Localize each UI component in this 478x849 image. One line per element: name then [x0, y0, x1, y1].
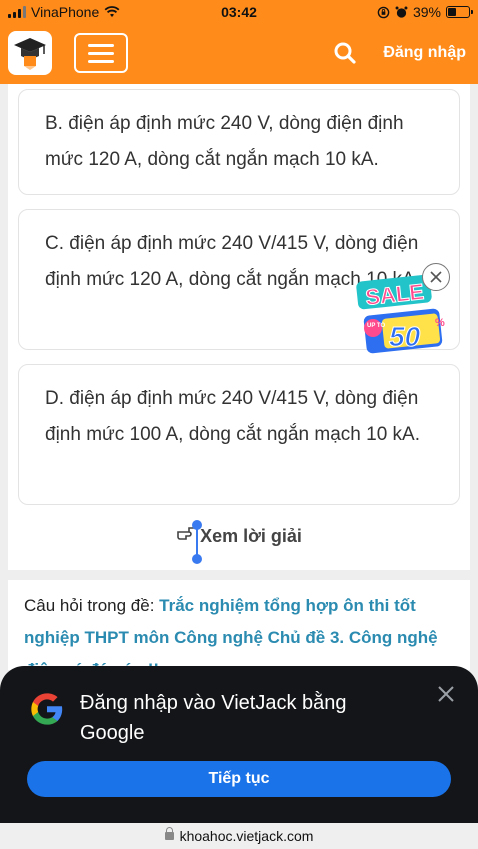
- google-logo-icon: [31, 693, 63, 725]
- site-header: Đăng nhập: [0, 24, 478, 84]
- close-icon[interactable]: [436, 684, 456, 704]
- question-source-prefix: Câu hỏi trong đề:: [24, 596, 160, 615]
- url-bar[interactable]: khoahoc.vietjack.com: [0, 823, 478, 849]
- orientation-lock-icon: [377, 6, 390, 18]
- hamburger-icon-bar: [88, 43, 114, 47]
- sale-percent-value: 50: [389, 321, 421, 352]
- search-button[interactable]: [333, 41, 357, 65]
- view-solution-link[interactable]: Xem lời giải: [8, 524, 470, 547]
- lock-icon: [164, 827, 174, 840]
- alarm-icon: [395, 6, 408, 18]
- sale-close-button[interactable]: [422, 263, 450, 291]
- option-b[interactable]: B. điện áp định mức 240 V, dòng điện địn…: [18, 89, 460, 195]
- battery-icon: [446, 6, 473, 18]
- login-link[interactable]: Đăng nhập: [383, 44, 466, 62]
- url-domain: khoahoc.vietjack.com: [179, 828, 314, 844]
- text-selection-handle-icon[interactable]: [192, 520, 202, 564]
- status-bar: VinaPhone 03:42 39%: [0, 0, 478, 24]
- google-signin-sheet: Đăng nhập vào VietJack bằng Google Tiếp …: [0, 666, 478, 823]
- sale-text: SALE: [364, 279, 425, 310]
- google-signin-title: Đăng nhập vào VietJack bằng Google: [80, 692, 347, 744]
- continue-button[interactable]: Tiếp tục: [27, 761, 451, 797]
- question-source: Câu hỏi trong đề: Trắc nghiệm tổng hợp ô…: [8, 580, 470, 670]
- option-text: D. điện áp định mức 240 V/415 V, dòng đi…: [45, 388, 421, 445]
- view-solution-label: Xem lời giải: [200, 526, 302, 546]
- sale-percent-sign: %: [435, 317, 445, 329]
- battery-group: 39%: [377, 4, 473, 20]
- hamburger-icon-bar: [88, 51, 114, 55]
- option-text: B. điện áp định mức 240 V, dòng điện địn…: [45, 113, 404, 170]
- menu-button[interactable]: [74, 33, 128, 73]
- graduation-cap-logo-icon: [14, 38, 46, 70]
- battery-fill: [448, 8, 456, 16]
- close-icon: [430, 271, 442, 283]
- search-icon: [334, 42, 356, 64]
- logo[interactable]: [8, 31, 52, 75]
- battery-percent: 39%: [412, 4, 441, 20]
- up-to-text: UP TO: [367, 323, 385, 329]
- hamburger-icon-bar: [88, 59, 114, 63]
- option-d[interactable]: D. điện áp định mức 240 V/415 V, dòng đi…: [18, 364, 460, 505]
